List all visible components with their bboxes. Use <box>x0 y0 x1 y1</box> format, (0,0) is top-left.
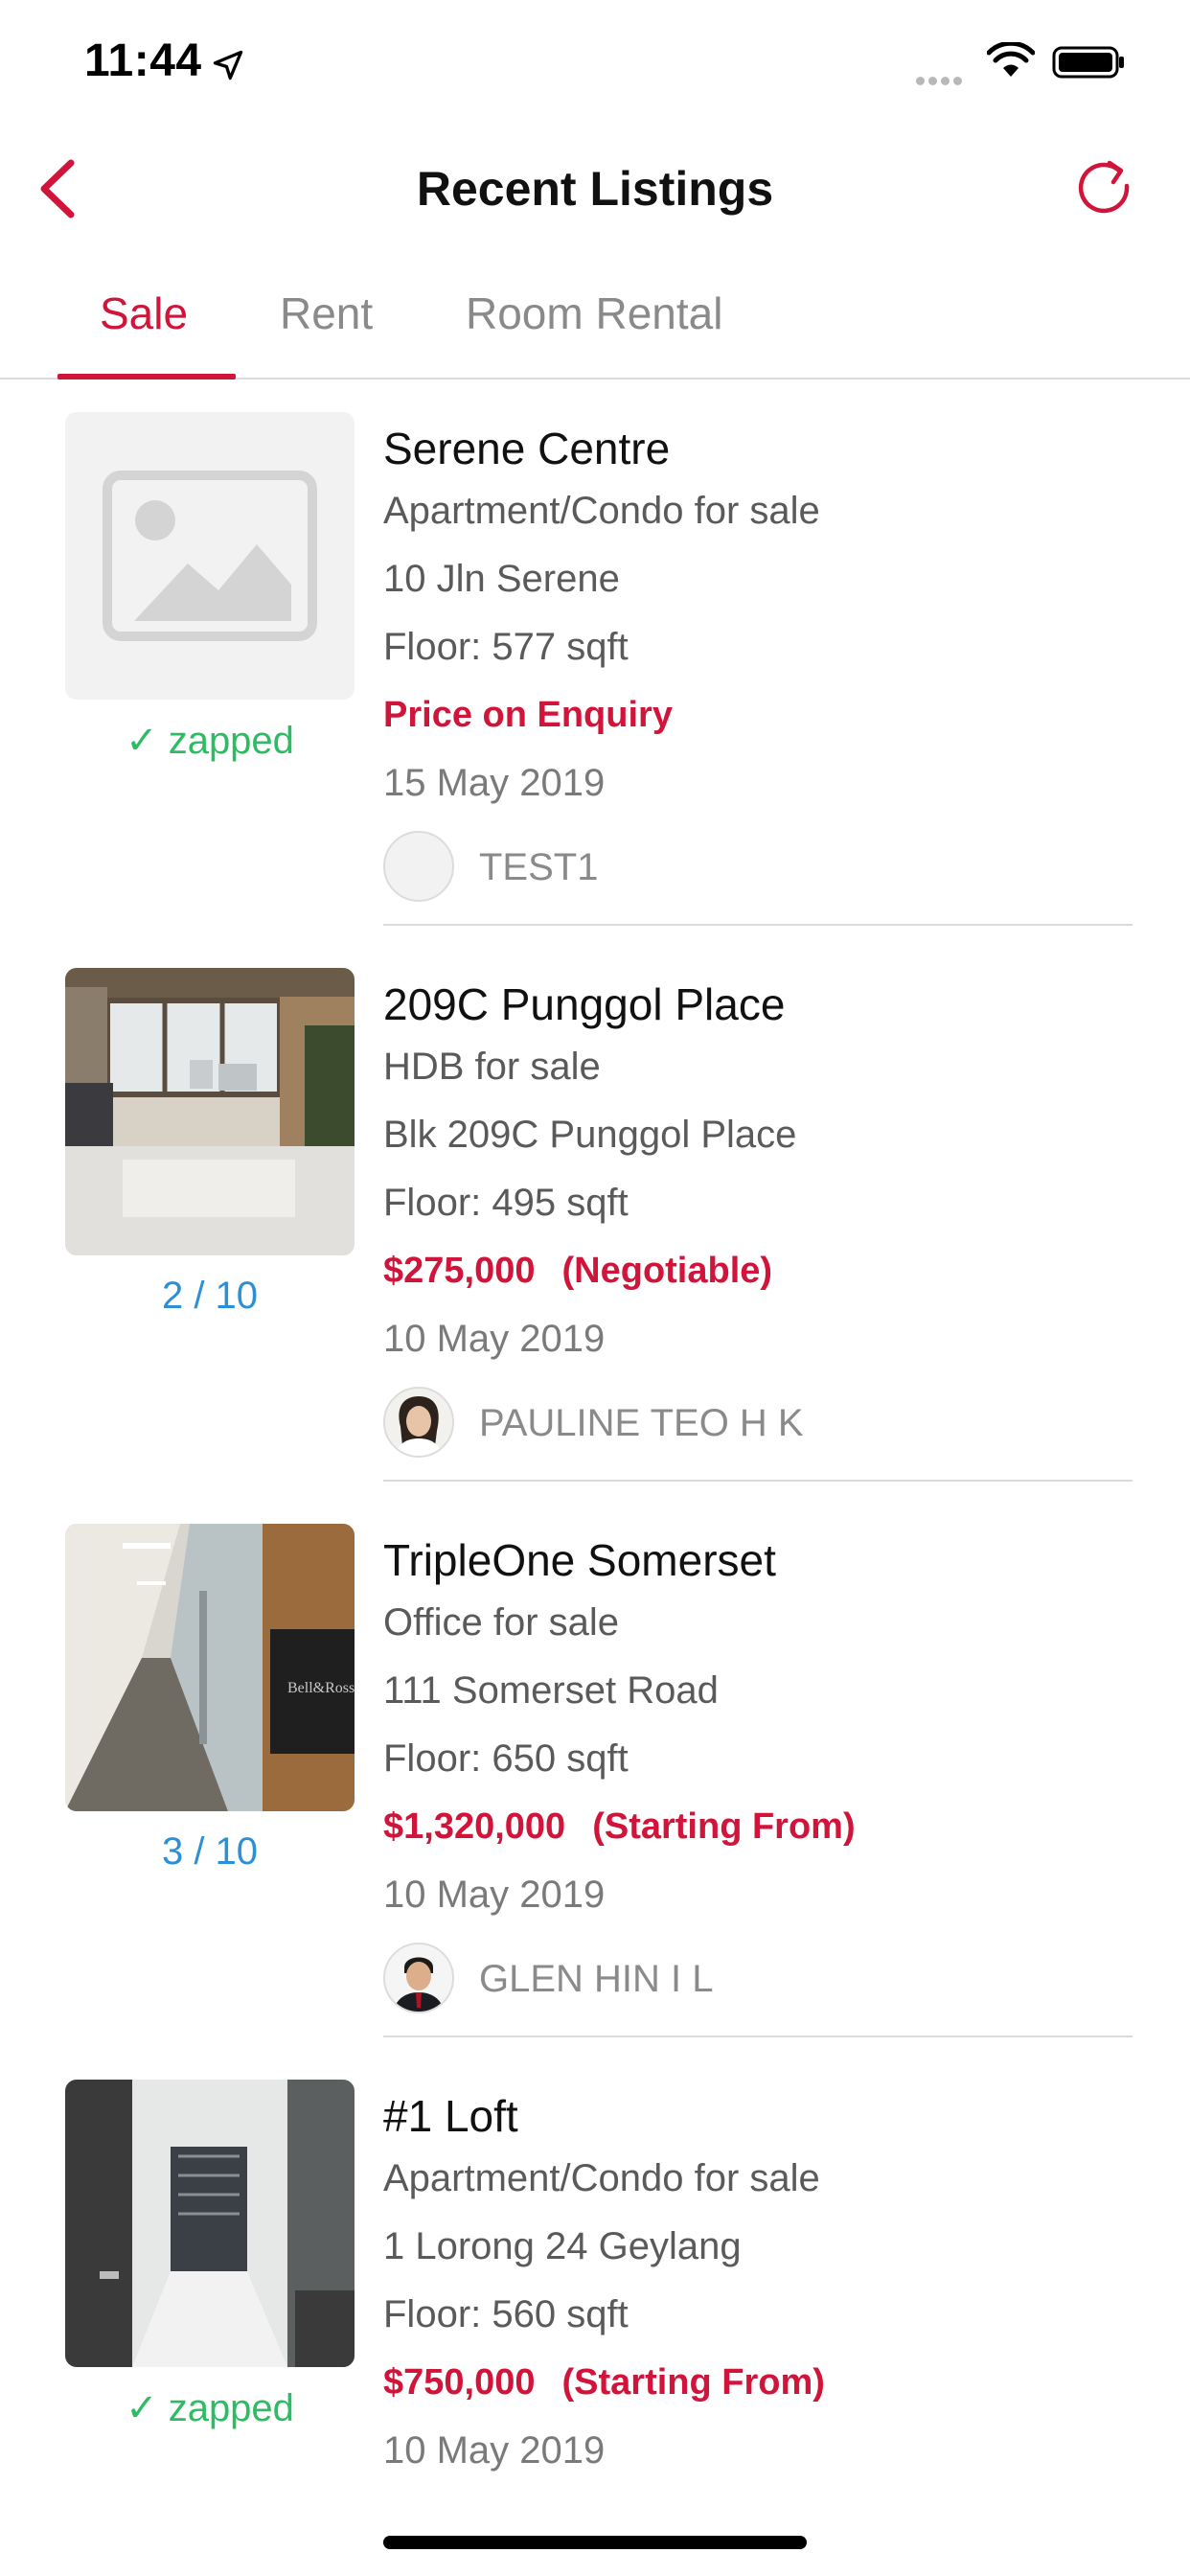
home-indicator[interactable] <box>383 2536 807 2549</box>
listing-type: Apartment/Condo for sale <box>383 2157 820 2199</box>
listing-date: 10 May 2019 <box>383 1318 606 1360</box>
listing-photo <box>65 2080 355 2367</box>
listing-photo: Bell&Ross <box>65 1524 355 1811</box>
divider <box>383 924 1133 926</box>
wifi-icon <box>987 42 1035 77</box>
listing-type: Apartment/Condo for sale <box>383 490 820 532</box>
listing-price: $750,000 (Starting From) <box>383 2349 1150 2417</box>
tab-rent[interactable]: Rent <box>280 288 373 339</box>
agent-row[interactable]: TEST1 <box>383 821 1150 908</box>
refresh-button[interactable] <box>1071 155 1138 222</box>
price-qualifier: (Starting From) <box>592 1806 856 1847</box>
avatar <box>383 1387 454 1458</box>
listing-item[interactable]: ✓ zapped #1 Loft Apartment/Condo for sal… <box>0 2049 1190 2576</box>
avatar <box>383 1943 454 2013</box>
listing-address: 10 Jln Serene <box>383 558 620 600</box>
price-value: Price on Enquiry <box>383 695 673 735</box>
listing-date: 15 May 2019 <box>383 762 606 804</box>
tab-sale[interactable]: Sale <box>100 288 188 339</box>
listing-date: 10 May 2019 <box>383 2429 606 2472</box>
price-qualifier: (Starting From) <box>561 2362 825 2403</box>
listing-price: Price on Enquiry <box>383 681 1150 749</box>
divider <box>383 1480 1133 1482</box>
listing-price: $275,000 (Negotiable) <box>383 1237 1150 1305</box>
agent-row[interactable]: GLEN HIN I L <box>383 1933 1150 2019</box>
divider <box>383 2036 1133 2037</box>
avatar <box>383 831 454 902</box>
nav-bar: Recent Listings <box>0 126 1190 253</box>
listing-thumbnail <box>65 968 355 1255</box>
listing-thumbnail <box>65 2080 355 2367</box>
zapped-badge: ✓ zapped <box>126 2387 294 2429</box>
agent-name: GLEN HIN I L <box>479 1958 714 2000</box>
listing-item[interactable]: 2 / 10 209C Punggol Place HDB for sale B… <box>0 937 1190 1493</box>
photo-counter: 2 / 10 <box>161 1275 259 1317</box>
agent-name: PAULINE TEO H K <box>479 1402 804 1444</box>
photo-counter: 3 / 10 <box>161 1830 259 1873</box>
listing-thumbnail <box>65 412 355 700</box>
listing-floor-area: Floor: 560 sqft <box>383 2293 629 2335</box>
svg-text:Bell&Ross: Bell&Ross <box>287 1680 355 1696</box>
listing-thumbnail: Bell&Ross <box>65 1524 355 1811</box>
location-arrow-icon <box>213 50 243 80</box>
listing-floor-area: Floor: 495 sqft <box>383 1182 629 1224</box>
listing-item[interactable]: ✓ zapped Serene Centre Apartment/Condo f… <box>0 381 1190 937</box>
battery-icon <box>1052 46 1124 79</box>
agent-photo <box>385 1944 452 2012</box>
listing-item[interactable]: Bell&Ross 3 / 10 TripleOne Somerset Offi… <box>0 1493 1190 2049</box>
status-bar: 11:44 <box>0 0 1190 126</box>
page-title: Recent Listings <box>416 162 774 216</box>
listing-type-tabs: Sale Rent Room Rental <box>0 253 1190 380</box>
listing-title: TripleOne Somerset <box>383 1535 776 1585</box>
listing-address: 111 Somerset Road <box>383 1669 719 1712</box>
listing-title: Serene Centre <box>383 424 671 473</box>
price-value: $750,000 <box>383 2362 536 2403</box>
listing-price: $1,320,000 (Starting From) <box>383 1793 1150 1861</box>
listing-address: 1 Lorong 24 Geylang <box>383 2225 742 2267</box>
listing-date: 10 May 2019 <box>383 1874 606 1916</box>
agent-name: TEST1 <box>479 846 599 888</box>
status-time: 11:44 <box>84 35 202 86</box>
price-qualifier: (Negotiable) <box>561 1251 773 1291</box>
listing-photo <box>65 968 355 1255</box>
listing-type: Office for sale <box>383 1601 620 1644</box>
image-placeholder-icon <box>103 471 317 641</box>
listing-address: Blk 209C Punggol Place <box>383 1114 797 1156</box>
zapped-badge: ✓ zapped <box>126 720 294 762</box>
listing-floor-area: Floor: 650 sqft <box>383 1737 629 1780</box>
price-value: $1,320,000 <box>383 1806 566 1847</box>
cellular-signal-icon <box>916 73 966 90</box>
price-value: $275,000 <box>383 1251 536 1291</box>
agent-row[interactable]: PAULINE TEO H K <box>383 1377 1150 1463</box>
listing-title: 209C Punggol Place <box>383 979 786 1029</box>
listing-type: HDB for sale <box>383 1046 601 1088</box>
agent-photo <box>385 1389 452 1456</box>
tab-room-rental[interactable]: Room Rental <box>466 288 722 339</box>
listing-title: #1 Loft <box>383 2091 518 2141</box>
listing-floor-area: Floor: 577 sqft <box>383 626 629 668</box>
active-tab-indicator <box>57 374 236 380</box>
